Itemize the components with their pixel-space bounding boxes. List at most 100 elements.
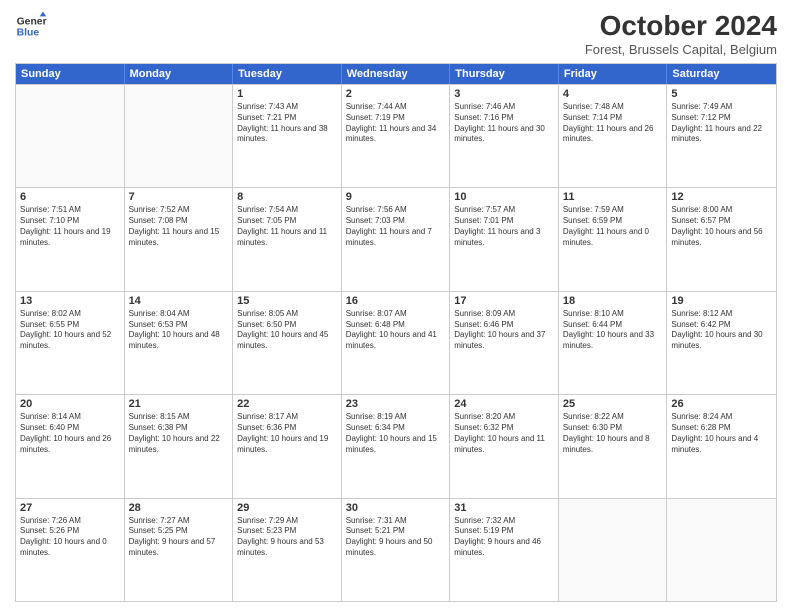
cal-cell-29: 29 Sunrise: 7:29 AM Sunset: 5:23 PM Dayli… xyxy=(233,499,342,601)
cell-detail: Sunrise: 7:26 AM Sunset: 5:26 PM Dayligh… xyxy=(20,516,120,559)
cal-cell-6: 6Sunrise: 7:51 AM Sunset: 7:10 PM Daylig… xyxy=(16,188,125,290)
calendar-header: SundayMondayTuesdayWednesdayThursdayFrid… xyxy=(16,64,776,84)
cal-cell-25: 25Sunrise: 8:22 AM Sunset: 6:30 PM Dayli… xyxy=(559,395,668,497)
cal-cell-13: 13 Sunrise: 8:02 AM Sunset: 6:55 PM Dayli… xyxy=(16,292,125,394)
month-title: October 2024 xyxy=(585,10,777,42)
logo: General Blue xyxy=(15,10,47,42)
cell-detail: Sunrise: 7:54 AM Sunset: 7:05 PM Dayligh… xyxy=(237,205,337,248)
cell-detail: Sunrise: 8:14 AM Sunset: 6:40 PM Dayligh… xyxy=(20,412,120,455)
page: General Blue October 2024 Forest, Brusse… xyxy=(0,0,792,612)
cell-detail: Sunrise: 7:56 AM Sunset: 7:03 PM Dayligh… xyxy=(346,205,446,248)
day-number: 1 xyxy=(237,88,337,100)
cal-cell-9: 9 Sunrise: 7:56 AM Sunset: 7:03 PM Daylig… xyxy=(342,188,451,290)
svg-text:General: General xyxy=(17,16,47,27)
day-header-monday: Monday xyxy=(125,64,234,84)
day-header-wednesday: Wednesday xyxy=(342,64,451,84)
day-number: 30 xyxy=(346,502,446,514)
location-subtitle: Forest, Brussels Capital, Belgium xyxy=(585,42,777,57)
day-header-sunday: Sunday xyxy=(16,64,125,84)
cal-cell-4: 4 Sunrise: 7:48 AM Sunset: 7:14 PM Daylig… xyxy=(559,85,668,187)
cal-cell-empty xyxy=(16,85,125,187)
day-header-thursday: Thursday xyxy=(450,64,559,84)
cal-cell-empty xyxy=(559,499,668,601)
cal-cell-3: 3 Sunrise: 7:46 AM Sunset: 7:16 PM Daylig… xyxy=(450,85,559,187)
cal-cell-10: 10Sunrise: 7:57 AM Sunset: 7:01 PM Dayli… xyxy=(450,188,559,290)
title-area: October 2024 Forest, Brussels Capital, B… xyxy=(585,10,777,57)
cal-row-0: 1 Sunrise: 7:43 AM Sunset: 7:21 PM Daylig… xyxy=(16,84,776,187)
cal-row-4: 27 Sunrise: 7:26 AM Sunset: 5:26 PM Dayli… xyxy=(16,498,776,601)
day-number: 14 xyxy=(129,295,229,307)
cal-cell-7: 7Sunrise: 7:52 AM Sunset: 7:08 PM Daylig… xyxy=(125,188,234,290)
cell-detail: Sunrise: 7:31 AM Sunset: 5:21 PM Dayligh… xyxy=(346,516,446,559)
day-number: 16 xyxy=(346,295,446,307)
cal-cell-30: 30 Sunrise: 7:31 AM Sunset: 5:21 PM Dayli… xyxy=(342,499,451,601)
cell-detail: Sunrise: 8:00 AM Sunset: 6:57 PM Dayligh… xyxy=(671,205,772,248)
cell-detail: Sunrise: 7:44 AM Sunset: 7:19 PM Dayligh… xyxy=(346,102,446,145)
cal-cell-11: 11 Sunrise: 7:59 AM Sunset: 6:59 PM Dayli… xyxy=(559,188,668,290)
cal-cell-8: 8 Sunrise: 7:54 AM Sunset: 7:05 PM Daylig… xyxy=(233,188,342,290)
cell-detail: Sunrise: 7:27 AM Sunset: 5:25 PM Dayligh… xyxy=(129,516,229,559)
cell-detail: Sunrise: 8:04 AM Sunset: 6:53 PM Dayligh… xyxy=(129,309,229,352)
day-header-saturday: Saturday xyxy=(667,64,776,84)
cell-detail: Sunrise: 7:48 AM Sunset: 7:14 PM Dayligh… xyxy=(563,102,663,145)
header: General Blue October 2024 Forest, Brusse… xyxy=(15,10,777,57)
day-number: 21 xyxy=(129,398,229,410)
cell-detail: Sunrise: 8:09 AM Sunset: 6:46 PM Dayligh… xyxy=(454,309,554,352)
cal-cell-17: 17 Sunrise: 8:09 AM Sunset: 6:46 PM Dayli… xyxy=(450,292,559,394)
cal-cell-28: 28 Sunrise: 7:27 AM Sunset: 5:25 PM Dayli… xyxy=(125,499,234,601)
cell-detail: Sunrise: 7:29 AM Sunset: 5:23 PM Dayligh… xyxy=(237,516,337,559)
cell-detail: Sunrise: 8:19 AM Sunset: 6:34 PM Dayligh… xyxy=(346,412,446,455)
day-number: 15 xyxy=(237,295,337,307)
cal-cell-18: 18 Sunrise: 8:10 AM Sunset: 6:44 PM Dayli… xyxy=(559,292,668,394)
day-number: 29 xyxy=(237,502,337,514)
cell-detail: Sunrise: 8:15 AM Sunset: 6:38 PM Dayligh… xyxy=(129,412,229,455)
day-header-friday: Friday xyxy=(559,64,668,84)
cell-detail: Sunrise: 8:02 AM Sunset: 6:55 PM Dayligh… xyxy=(20,309,120,352)
day-number: 6 xyxy=(20,191,120,203)
logo-icon: General Blue xyxy=(15,10,47,42)
cal-cell-1: 1 Sunrise: 7:43 AM Sunset: 7:21 PM Daylig… xyxy=(233,85,342,187)
day-number: 5 xyxy=(671,88,772,100)
cell-detail: Sunrise: 8:24 AM Sunset: 6:28 PM Dayligh… xyxy=(671,412,772,455)
cal-cell-16: 16Sunrise: 8:07 AM Sunset: 6:48 PM Dayli… xyxy=(342,292,451,394)
day-number: 19 xyxy=(671,295,772,307)
day-number: 26 xyxy=(671,398,772,410)
cal-cell-24: 24Sunrise: 8:20 AM Sunset: 6:32 PM Dayli… xyxy=(450,395,559,497)
day-number: 31 xyxy=(454,502,554,514)
cal-cell-26: 26 Sunrise: 8:24 AM Sunset: 6:28 PM Dayli… xyxy=(667,395,776,497)
day-number: 18 xyxy=(563,295,663,307)
cal-cell-2: 2Sunrise: 7:44 AM Sunset: 7:19 PM Daylig… xyxy=(342,85,451,187)
day-number: 9 xyxy=(346,191,446,203)
calendar: SundayMondayTuesdayWednesdayThursdayFrid… xyxy=(15,63,777,602)
cell-detail: Sunrise: 7:59 AM Sunset: 6:59 PM Dayligh… xyxy=(563,205,663,248)
cell-detail: Sunrise: 7:46 AM Sunset: 7:16 PM Dayligh… xyxy=(454,102,554,145)
cal-cell-12: 12Sunrise: 8:00 AM Sunset: 6:57 PM Dayli… xyxy=(667,188,776,290)
cal-cell-5: 5Sunrise: 7:49 AM Sunset: 7:12 PM Daylig… xyxy=(667,85,776,187)
cal-cell-22: 22 Sunrise: 8:17 AM Sunset: 6:36 PM Dayli… xyxy=(233,395,342,497)
cal-cell-21: 21 Sunrise: 8:15 AM Sunset: 6:38 PM Dayli… xyxy=(125,395,234,497)
cal-row-2: 13 Sunrise: 8:02 AM Sunset: 6:55 PM Dayli… xyxy=(16,291,776,394)
day-number: 3 xyxy=(454,88,554,100)
day-number: 17 xyxy=(454,295,554,307)
day-number: 13 xyxy=(20,295,120,307)
cell-detail: Sunrise: 8:22 AM Sunset: 6:30 PM Dayligh… xyxy=(563,412,663,455)
day-number: 22 xyxy=(237,398,337,410)
cal-cell-15: 15 Sunrise: 8:05 AM Sunset: 6:50 PM Dayli… xyxy=(233,292,342,394)
cell-detail: Sunrise: 7:52 AM Sunset: 7:08 PM Dayligh… xyxy=(129,205,229,248)
day-number: 10 xyxy=(454,191,554,203)
day-header-tuesday: Tuesday xyxy=(233,64,342,84)
cell-detail: Sunrise: 8:10 AM Sunset: 6:44 PM Dayligh… xyxy=(563,309,663,352)
day-number: 28 xyxy=(129,502,229,514)
cell-detail: Sunrise: 8:12 AM Sunset: 6:42 PM Dayligh… xyxy=(671,309,772,352)
cell-detail: Sunrise: 8:17 AM Sunset: 6:36 PM Dayligh… xyxy=(237,412,337,455)
cell-detail: Sunrise: 7:43 AM Sunset: 7:21 PM Dayligh… xyxy=(237,102,337,145)
cal-cell-20: 20Sunrise: 8:14 AM Sunset: 6:40 PM Dayli… xyxy=(16,395,125,497)
cal-cell-14: 14 Sunrise: 8:04 AM Sunset: 6:53 PM Dayli… xyxy=(125,292,234,394)
day-number: 11 xyxy=(563,191,663,203)
cell-detail: Sunrise: 8:05 AM Sunset: 6:50 PM Dayligh… xyxy=(237,309,337,352)
day-number: 4 xyxy=(563,88,663,100)
cal-cell-empty xyxy=(125,85,234,187)
calendar-body: 1 Sunrise: 7:43 AM Sunset: 7:21 PM Daylig… xyxy=(16,84,776,601)
day-number: 27 xyxy=(20,502,120,514)
day-number: 8 xyxy=(237,191,337,203)
